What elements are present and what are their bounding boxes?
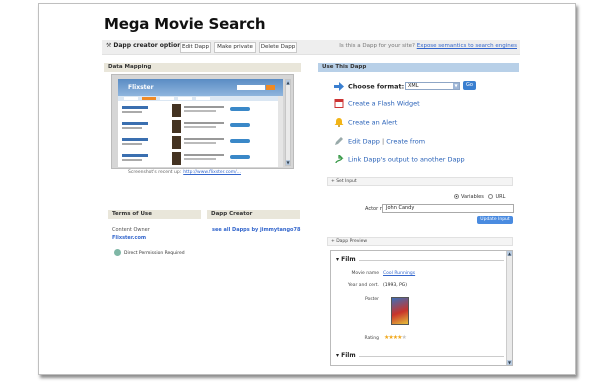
screenshot-tab <box>160 97 174 100</box>
choose-format-label: Choose format: <box>348 82 405 91</box>
mapping-scrollbar[interactable]: ▲ ▼ <box>285 79 291 166</box>
dapp-options-bar: ⚒ Dapp creator options: Edit Dapp Make pr… <box>102 40 520 55</box>
actor-name-input[interactable]: John Candy <box>382 204 514 213</box>
screenshot-tab-active <box>142 97 156 100</box>
site-question-text: Is this a Dapp for your site? <box>339 43 415 49</box>
screenshot-search-button <box>266 85 275 90</box>
screenshot-tab <box>178 97 192 100</box>
film-label: Film <box>341 256 356 263</box>
link-output-label: Link Dapp's output to another Dapp <box>348 155 465 164</box>
choose-format-row: Choose format: <box>334 82 404 91</box>
movie-name-value[interactable]: Cool Runnings <box>383 271 415 276</box>
go-button[interactable]: Go <box>463 81 476 90</box>
edit-icon <box>335 137 343 145</box>
film-group-header-2[interactable]: ▾ Film <box>336 352 356 359</box>
options-label-text: Dapp creator options: <box>113 42 188 49</box>
link-output-action[interactable]: Link Dapp's output to another Dapp <box>334 155 465 164</box>
screenshot-result-row <box>122 136 252 151</box>
wrench-icon: ⚒ <box>106 42 112 49</box>
terms-header: Terms of Use <box>108 210 201 219</box>
screenshot-tab <box>196 97 210 100</box>
direct-permission-text: Direct Permission Required <box>124 251 185 256</box>
star-empty-icon: ★ <box>401 334 407 341</box>
radio-url-label: URL <box>495 194 506 200</box>
screenshot-result-row <box>122 120 252 135</box>
create-alert-label: Create an Alert <box>348 118 398 127</box>
scroll-down-icon[interactable]: ▼ <box>286 160 290 165</box>
year-cert-value: (1993, PG) <box>383 283 408 288</box>
screenshot-search-box <box>237 85 265 90</box>
format-select[interactable]: XML ▼ <box>405 82 460 90</box>
permission-icon <box>114 249 121 256</box>
rating-label: Rating <box>364 336 379 341</box>
site-screenshot: Flixster <box>118 79 283 167</box>
data-mapping-header: Data Mapping <box>104 63 301 72</box>
dapp-preview-section[interactable]: + Dapp Preview <box>327 237 513 246</box>
input-mode-radios: Variables URL <box>454 194 505 200</box>
screenshot-source-link[interactable]: http://www.flixster.com/... <box>183 170 241 175</box>
edit-dapp-row: Edit Dapp | Create from <box>334 137 425 146</box>
screenshot-tab <box>124 97 138 100</box>
make-private-button[interactable]: Make private <box>214 42 256 53</box>
options-label: ⚒ Dapp creator options: <box>106 42 187 49</box>
edit-dapp-link[interactable]: Edit Dapp <box>348 138 380 146</box>
flash-widget-label: Create a Flash Widget <box>348 99 420 108</box>
data-mapping-screenshot: Flixster ▲ ▼ <box>111 74 294 169</box>
create-alert-action[interactable]: Create an Alert <box>334 118 397 127</box>
screenshot-result-row <box>122 152 252 167</box>
film-divider <box>359 260 504 261</box>
bell-icon <box>334 118 344 127</box>
film-group-header[interactable]: ▾ Film <box>336 256 356 263</box>
caption-text: Screenshot's recent up: <box>128 170 182 175</box>
scroll-down-icon[interactable]: ▼ <box>507 360 512 365</box>
radio-variables[interactable] <box>454 194 459 199</box>
content-owner-label: Content Owner <box>112 227 150 233</box>
use-dapp-header: Use This Dapp <box>318 63 519 72</box>
rating-stars: ★★★★★ <box>384 334 407 341</box>
update-input-button[interactable]: Update Input <box>477 216 513 224</box>
film-label-2: Film <box>341 352 356 359</box>
radio-variables-label: Variables <box>461 194 484 200</box>
scroll-up-icon[interactable]: ▲ <box>286 80 290 85</box>
content-owner-link[interactable]: Flixster.com <box>112 235 146 241</box>
star-icon: ★★★★ <box>384 334 402 341</box>
dapp-preview-pane: ▾ Film Movie name Cool Runnings Year and… <box>330 250 513 366</box>
page-title: Mega Movie Search <box>104 15 266 33</box>
chevron-down-icon: ▼ <box>453 83 459 89</box>
format-value: XML <box>408 83 419 89</box>
movie-name-label: Movie name <box>351 271 379 276</box>
screenshot-caption: Screenshot's recent up: http://www.flixst… <box>128 170 241 175</box>
site-question: Is this a Dapp for your site? Expose sem… <box>339 43 517 49</box>
creator-header: Dapp Creator <box>207 210 300 219</box>
set-input-section[interactable]: + Set Input <box>327 177 513 186</box>
creator-dapps-link[interactable]: see all Dapps by jimmytango78 <box>212 227 300 233</box>
direct-permission-note: Direct Permission Required <box>114 249 185 256</box>
link-icon <box>335 155 344 164</box>
film-divider-2 <box>359 356 504 357</box>
flash-widget-icon <box>334 99 344 108</box>
movie-poster-image <box>391 297 409 325</box>
preview-scrollbar[interactable]: ▲ ▼ <box>506 251 512 365</box>
flash-widget-action[interactable]: Create a Flash Widget <box>334 99 420 108</box>
scroll-up-icon[interactable]: ▲ <box>507 251 512 256</box>
screenshot-result-row <box>122 104 252 119</box>
poster-label: Poster <box>364 297 379 302</box>
arrow-right-icon <box>334 82 344 91</box>
delete-dapp-button[interactable]: Delete Dapp <box>259 42 297 53</box>
screenshot-logo: Flixster <box>128 84 154 91</box>
year-cert-label: Year and cert. <box>347 283 379 288</box>
expose-semantics-link[interactable]: Expose semantics to search engines <box>417 43 517 49</box>
screenshot-scrollbar <box>278 96 283 167</box>
edit-dapp-button[interactable]: Edit Dapp <box>180 42 211 53</box>
create-from-link[interactable]: Create from <box>386 138 425 146</box>
radio-url[interactable] <box>488 194 494 199</box>
